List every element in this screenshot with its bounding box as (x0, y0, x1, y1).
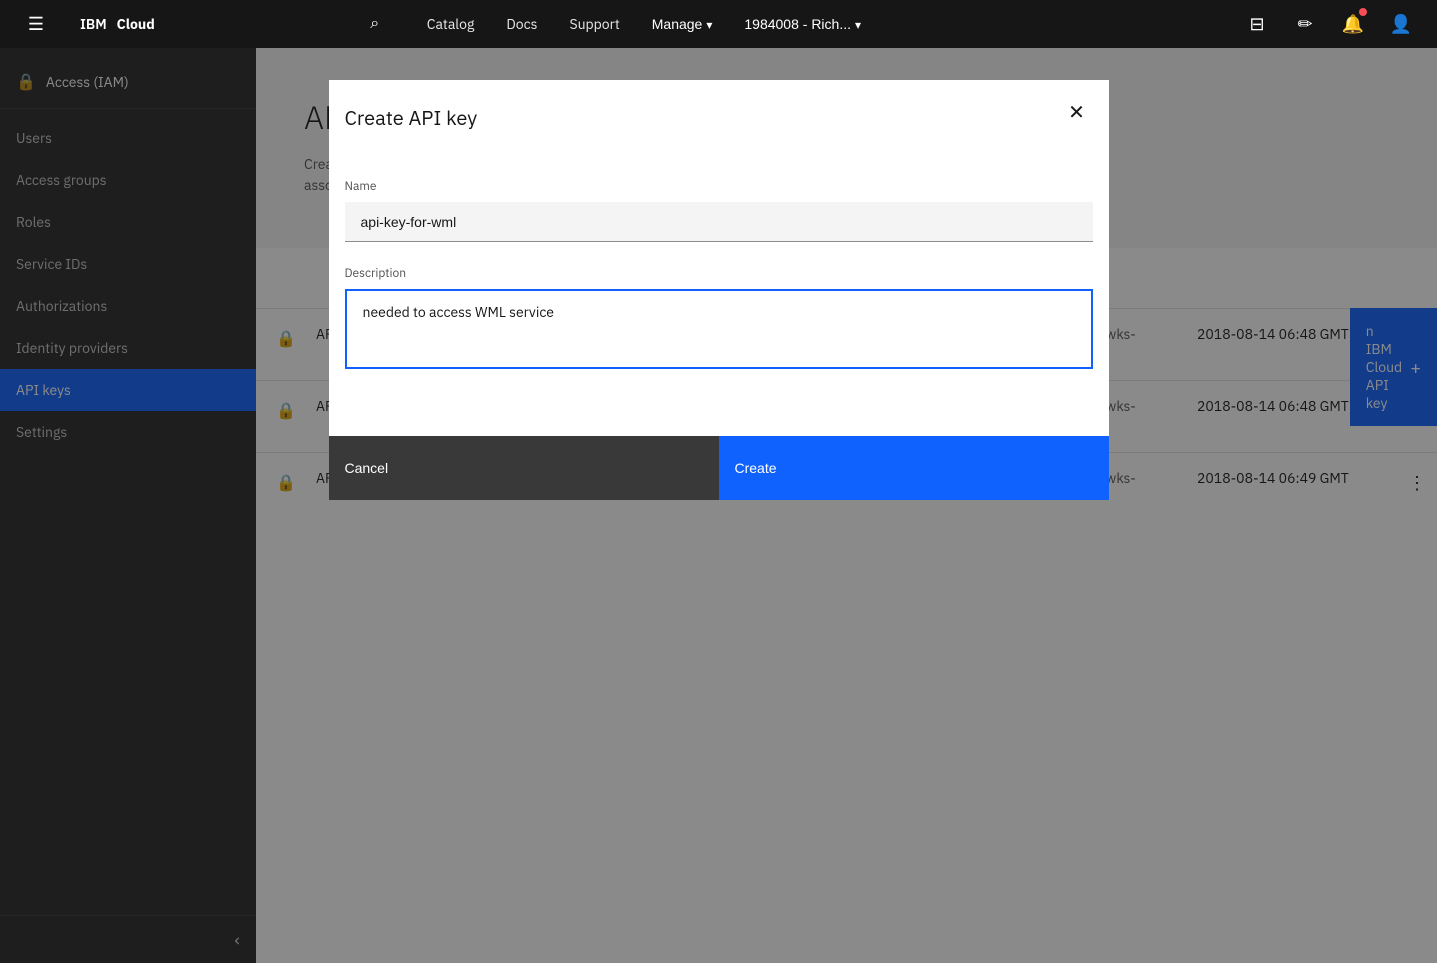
account-label: 1984008 - Rich... (744, 16, 851, 32)
modal-body: Name Description needed to access WML se… (329, 155, 1109, 436)
notification-button[interactable]: 🔔 (1333, 0, 1373, 48)
cancel-button[interactable]: Cancel (329, 436, 719, 500)
modal-title: Create API key (345, 104, 1061, 131)
modal-footer: Cancel Create (329, 436, 1109, 500)
top-nav: ☰ IBM Cloud ⌕ Catalog Docs Support Manag… (0, 0, 1437, 48)
modal-overlay[interactable]: Create API key ✕ Name Description needed… (0, 0, 1437, 963)
description-form-group: Description needed to access WML service (345, 266, 1093, 374)
top-nav-right: ⊟ ✏ 🔔 👤 (1237, 0, 1421, 48)
manage-dropdown[interactable]: Manage (652, 16, 713, 32)
edit-button[interactable]: ✏ (1285, 0, 1325, 48)
calendar-button[interactable]: ⊟ (1237, 0, 1277, 48)
user-button[interactable]: 👤 (1381, 0, 1421, 48)
catalog-link[interactable]: Catalog (427, 15, 475, 33)
notification-container: 🔔 (1333, 0, 1373, 48)
name-label: Name (345, 179, 1093, 194)
account-dropdown[interactable]: 1984008 - Rich... (744, 16, 861, 32)
hamburger-button[interactable]: ☰ (16, 0, 56, 48)
manage-label: Manage (652, 16, 703, 32)
name-form-group: Name (345, 179, 1093, 242)
create-api-key-modal: Create API key ✕ Name Description needed… (329, 80, 1109, 500)
create-button[interactable]: Create (719, 436, 1109, 500)
brand-logo: IBM Cloud (80, 15, 155, 33)
search-button[interactable]: ⌕ (355, 0, 395, 48)
name-input[interactable] (345, 202, 1093, 242)
support-link[interactable]: Support (569, 15, 619, 33)
description-textarea[interactable]: needed to access WML service (345, 289, 1093, 369)
modal-header: Create API key (329, 80, 1109, 155)
chevron-down-icon (706, 16, 712, 32)
docs-link[interactable]: Docs (506, 15, 537, 33)
brand-product: Cloud (117, 15, 155, 33)
modal-close-button[interactable]: ✕ (1061, 96, 1093, 128)
top-nav-center: ⌕ Catalog Docs Support Manage 1984008 - … (355, 0, 861, 48)
hamburger-icon: ☰ (28, 14, 44, 35)
close-icon: ✕ (1068, 100, 1085, 125)
account-chevron-icon (855, 16, 861, 32)
description-label: Description (345, 266, 1093, 281)
brand-name: IBM (80, 15, 107, 33)
notification-badge (1359, 8, 1367, 16)
